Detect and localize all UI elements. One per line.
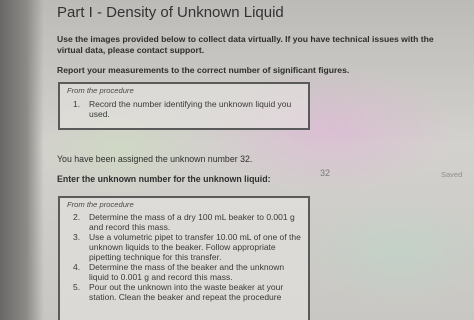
procedure-steps: 1. Record the number identifying the unk… [73, 99, 304, 119]
step-text: Determine the mass of the beaker and the… [89, 262, 285, 282]
procedure-step: 3. Use a volumetric pipet to transfer 10… [73, 232, 304, 262]
instructions-text: Use the images provided below to collect… [57, 34, 434, 55]
unknown-number-label: Enter the unknown number for the unknown… [57, 174, 271, 184]
step-number: 2. [73, 212, 81, 222]
procedure-step: 2. Determine the mass of a dry 100 mL be… [73, 212, 304, 232]
step-text: Determine the mass of a dry 100 mL beake… [89, 212, 295, 232]
step-number: 1. [73, 99, 81, 109]
assigned-number-text: You have been assigned the unknown numbe… [57, 154, 253, 164]
procedure-box-title: From the procedure [67, 86, 134, 95]
procedure-box-1: From the procedure 1. Record the number … [58, 82, 310, 130]
sigfig-note: Report your measurements to the correct … [57, 65, 350, 75]
step-number: 3. [73, 232, 81, 242]
step-number: 4. [73, 262, 81, 272]
procedure-step: 1. Record the number identifying the unk… [73, 99, 304, 119]
unknown-number-input[interactable] [318, 164, 418, 182]
window-edge [0, 0, 44, 320]
procedure-step: 4. Determine the mass of the beaker and … [73, 262, 304, 282]
procedure-box-title: From the procedure [67, 200, 134, 209]
procedure-steps: 2. Determine the mass of a dry 100 mL be… [73, 212, 304, 302]
step-text: Record the number identifying the unknow… [89, 99, 292, 119]
page-title: Part I - Density of Unknown Liquid [57, 4, 284, 21]
step-number: 5. [73, 282, 81, 292]
step-text: Use a volumetric pipet to transfer 10.00… [89, 232, 301, 262]
procedure-box-2: From the procedure 2. Determine the mass… [58, 196, 310, 320]
step-text: Pour out the unknown into the waste beak… [89, 282, 284, 302]
procedure-step: 5. Pour out the unknown into the waste b… [73, 282, 304, 302]
saved-status: Saved [441, 170, 463, 179]
